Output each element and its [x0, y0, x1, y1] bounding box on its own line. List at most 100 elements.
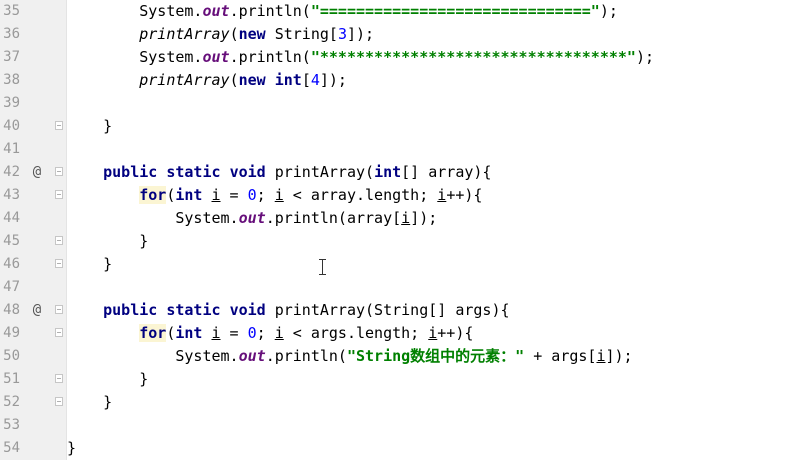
fold-collapse-icon[interactable]: [55, 190, 63, 199]
code-token: String[: [265, 25, 338, 43]
code-text[interactable]: System.out.println("====================…: [67, 0, 618, 23]
fold-collapse-icon[interactable]: [55, 121, 63, 130]
code-token: i: [211, 186, 221, 204]
code-line[interactable]: 51 }: [0, 368, 803, 391]
code-line[interactable]: 35 System.out.println("=================…: [0, 0, 803, 23]
line-number: 39: [3, 95, 20, 111]
code-text[interactable]: printArray(new String[3]);: [67, 23, 374, 46]
line-number: 42: [3, 164, 20, 180]
fold-collapse-icon[interactable]: [55, 236, 63, 245]
code-token: ]);: [346, 25, 375, 43]
code-line[interactable]: 40 }: [0, 115, 803, 138]
code-text[interactable]: }: [67, 368, 148, 391]
code-text[interactable]: System.out.println(array[i]);: [67, 207, 437, 230]
code-token: i: [274, 186, 284, 204]
code-line[interactable]: 44 System.out.println(array[i]);: [0, 207, 803, 230]
code-token: }: [67, 393, 113, 411]
code-token: static: [166, 163, 221, 181]
line-number: 35: [3, 3, 20, 19]
code-line[interactable]: 41: [0, 138, 803, 161]
code-line[interactable]: 45 }: [0, 230, 803, 253]
code-line[interactable]: 50 System.out.println("String数组中的元素：" + …: [0, 345, 803, 368]
fold-collapse-icon[interactable]: [55, 397, 63, 406]
code-text[interactable]: printArray(new int[4]);: [67, 69, 347, 92]
code-token: int: [175, 186, 203, 204]
code-token: void: [229, 163, 266, 181]
code-token: [: [301, 71, 311, 89]
code-token: printArray: [139, 71, 230, 89]
code-token: "==============================": [310, 2, 600, 20]
code-line[interactable]: 37 System.out.println("*****************…: [0, 46, 803, 69]
code-token: System.: [67, 2, 203, 20]
code-line[interactable]: 42 @ public static void printArray(int[] …: [0, 161, 803, 184]
code-text[interactable]: System.out.println("String数组中的元素：" + arg…: [67, 345, 633, 368]
code-token: public: [103, 163, 158, 181]
code-token: ++){: [446, 186, 483, 204]
fold-collapse-icon[interactable]: [55, 374, 63, 383]
code-text[interactable]: }: [67, 437, 76, 460]
code-token: < args.length;: [283, 324, 429, 342]
fold-collapse-icon[interactable]: [55, 167, 63, 176]
at-sign-icon[interactable]: @: [30, 299, 44, 322]
code-token: );: [635, 48, 655, 66]
code-token: 3: [337, 25, 347, 43]
line-number: 43: [3, 187, 20, 203]
code-token: void: [229, 301, 266, 319]
code-editor[interactable]: 35 System.out.println("=================…: [0, 0, 803, 460]
code-token: System.: [67, 209, 239, 227]
code-line[interactable]: 52 }: [0, 391, 803, 414]
code-token: System.: [67, 48, 203, 66]
line-number: 52: [3, 394, 20, 410]
code-token: 0: [247, 324, 257, 342]
fold-collapse-icon[interactable]: [55, 328, 63, 337]
line-number: 44: [3, 210, 20, 226]
code-token: System.: [67, 347, 239, 365]
code-text[interactable]: for(int i = 0; i < array.length; i++){: [67, 184, 482, 207]
code-line[interactable]: 38 printArray(new int[4]);: [0, 69, 803, 92]
code-line[interactable]: 53: [0, 414, 803, 437]
code-token: public: [103, 301, 158, 319]
code-token: (: [229, 25, 239, 43]
code-token: .println(: [265, 347, 347, 365]
code-text[interactable]: }: [67, 230, 148, 253]
code-line[interactable]: 39: [0, 92, 803, 115]
line-number: 46: [3, 256, 20, 272]
fold-collapse-icon[interactable]: [55, 259, 63, 268]
code-text[interactable]: }: [67, 391, 112, 414]
code-line[interactable]: 43 for(int i = 0; i < array.length; i++)…: [0, 184, 803, 207]
line-number: 49: [3, 325, 20, 341]
line-number: 47: [3, 279, 20, 295]
code-line[interactable]: 36 printArray(new String[3]);: [0, 23, 803, 46]
code-line[interactable]: 46 }: [0, 253, 803, 276]
text-cursor-icon: [318, 258, 327, 276]
at-sign-icon[interactable]: @: [30, 161, 44, 184]
code-line[interactable]: 49 for(int i = 0; i < args.length; i++){: [0, 322, 803, 345]
code-line[interactable]: 48 @ public static void printArray(String…: [0, 299, 803, 322]
code-line[interactable]: 47: [0, 276, 803, 299]
line-number: 45: [3, 233, 20, 249]
code-text[interactable]: }: [67, 115, 112, 138]
line-number: 48: [3, 302, 20, 318]
code-token: ]);: [605, 347, 633, 365]
code-token: out: [238, 209, 266, 227]
code-token: ]);: [319, 71, 347, 89]
code-token: i: [211, 324, 221, 342]
code-text[interactable]: }: [67, 253, 112, 276]
code-text[interactable]: public static void printArray(String[] a…: [67, 299, 509, 322]
code-text[interactable]: System.out.println("********************…: [67, 46, 654, 69]
code-line[interactable]: 54}: [0, 437, 803, 460]
code-token: new: [238, 25, 266, 43]
code-text[interactable]: for(int i = 0; i < args.length; i++){: [67, 322, 473, 345]
code-token: int: [374, 163, 402, 181]
line-number: 54: [3, 440, 20, 456]
code-text[interactable]: public static void printArray(int[] arra…: [67, 161, 491, 184]
code-token: .println(: [229, 48, 311, 66]
code-token: .println(: [229, 2, 311, 20]
code-token: < array.length;: [283, 186, 438, 204]
fold-collapse-icon[interactable]: [55, 305, 63, 314]
